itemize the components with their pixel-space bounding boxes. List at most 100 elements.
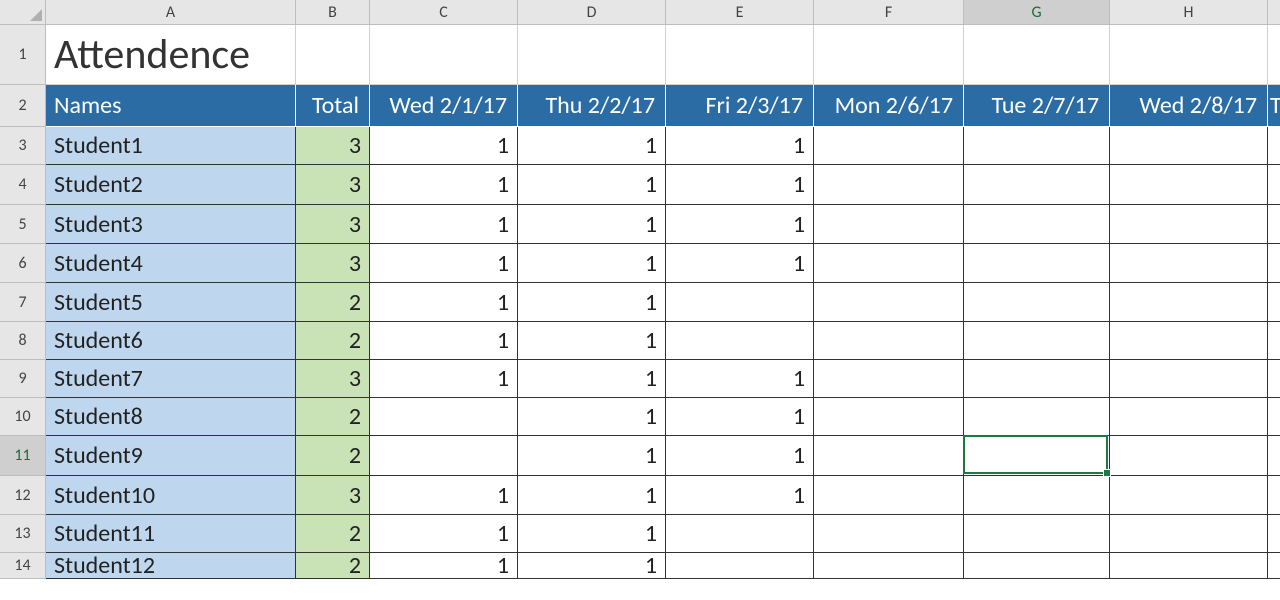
cell-data[interactable]: [666, 553, 814, 579]
cell-data[interactable]: [964, 165, 1110, 205]
cell-data-partial[interactable]: [1268, 283, 1280, 322]
cell-data[interactable]: 1: [666, 476, 814, 515]
cell-data[interactable]: 1: [518, 553, 666, 579]
column-header-G[interactable]: G: [964, 0, 1110, 25]
cell-blank[interactable]: [518, 25, 666, 85]
cell-data[interactable]: [666, 283, 814, 322]
cell-total[interactable]: 2: [296, 553, 370, 579]
header-date-3[interactable]: Mon 2/6/17: [814, 85, 964, 127]
cell-blank[interactable]: [1268, 25, 1280, 85]
cell-data[interactable]: [964, 398, 1110, 436]
cell-data[interactable]: [814, 476, 964, 515]
cell-blank[interactable]: [296, 25, 370, 85]
cell-data[interactable]: 1: [518, 436, 666, 476]
cell-blank[interactable]: [666, 25, 814, 85]
cell-data[interactable]: 1: [666, 360, 814, 398]
cell-total[interactable]: 2: [296, 436, 370, 476]
cell-data-partial[interactable]: [1268, 515, 1280, 553]
column-header-E[interactable]: E: [666, 0, 814, 25]
row-header-14[interactable]: 14: [0, 553, 46, 579]
row-header-1[interactable]: 1: [0, 25, 46, 85]
header-date-0[interactable]: Wed 2/1/17: [370, 85, 518, 127]
header-names[interactable]: Names: [46, 85, 296, 127]
header-date-4[interactable]: Tue 2/7/17: [964, 85, 1110, 127]
cell-data[interactable]: 1: [666, 165, 814, 205]
cell-data[interactable]: 1: [518, 127, 666, 165]
row-header-6[interactable]: 6: [0, 244, 46, 283]
cell-data[interactable]: 1: [666, 398, 814, 436]
cell-data[interactable]: [964, 127, 1110, 165]
cell-blank[interactable]: [964, 25, 1110, 85]
cell-data[interactable]: [814, 322, 964, 360]
cell-total[interactable]: 3: [296, 127, 370, 165]
cell-data[interactable]: [964, 322, 1110, 360]
cell-data[interactable]: [964, 515, 1110, 553]
cell-name[interactable]: Student4: [46, 244, 296, 283]
cell-data[interactable]: 1: [518, 244, 666, 283]
cell-data[interactable]: 1: [370, 244, 518, 283]
cell-name[interactable]: Student2: [46, 165, 296, 205]
cell-data-partial[interactable]: [1268, 398, 1280, 436]
cell-data[interactable]: [1110, 436, 1268, 476]
column-header-C[interactable]: C: [370, 0, 518, 25]
column-header-A[interactable]: A: [46, 0, 296, 25]
cell-data[interactable]: 1: [666, 127, 814, 165]
row-header-7[interactable]: 7: [0, 283, 46, 322]
cell-data[interactable]: [964, 436, 1110, 476]
cell-data[interactable]: [814, 127, 964, 165]
cell-name[interactable]: Student12: [46, 553, 296, 579]
column-header-D[interactable]: D: [518, 0, 666, 25]
cell-data[interactable]: [814, 436, 964, 476]
select-all-corner[interactable]: [0, 0, 46, 25]
cell-data[interactable]: [964, 205, 1110, 244]
header-date-5[interactable]: Wed 2/8/17: [1110, 85, 1268, 127]
cell-data[interactable]: [1110, 205, 1268, 244]
cell-data[interactable]: 1: [518, 398, 666, 436]
cell-total[interactable]: 2: [296, 515, 370, 553]
cell-data-partial[interactable]: [1268, 244, 1280, 283]
cell-name[interactable]: Student6: [46, 322, 296, 360]
cell-blank[interactable]: [370, 25, 518, 85]
cell-data[interactable]: [814, 165, 964, 205]
cell-data[interactable]: 1: [518, 360, 666, 398]
header-date-1[interactable]: Thu 2/2/17: [518, 85, 666, 127]
cell-total[interactable]: 3: [296, 360, 370, 398]
cell-data[interactable]: [814, 515, 964, 553]
cell-data[interactable]: 1: [370, 127, 518, 165]
cell-data[interactable]: [964, 553, 1110, 579]
cell-name[interactable]: Student8: [46, 398, 296, 436]
cell-data[interactable]: 1: [370, 205, 518, 244]
cell-name[interactable]: Student10: [46, 476, 296, 515]
cell-total[interactable]: 2: [296, 283, 370, 322]
cell-data[interactable]: 1: [370, 515, 518, 553]
cell-data-partial[interactable]: [1268, 322, 1280, 360]
cell-data-partial[interactable]: [1268, 165, 1280, 205]
cell-data[interactable]: [814, 205, 964, 244]
row-header-4[interactable]: 4: [0, 165, 46, 205]
cell-data-partial[interactable]: [1268, 553, 1280, 579]
row-header-11[interactable]: 11: [0, 436, 46, 476]
cell-data-partial[interactable]: [1268, 360, 1280, 398]
cell-data[interactable]: [1110, 244, 1268, 283]
cell-data[interactable]: [1110, 515, 1268, 553]
cell-data[interactable]: 1: [518, 476, 666, 515]
cell-total[interactable]: 3: [296, 476, 370, 515]
cell-data[interactable]: [1110, 553, 1268, 579]
cell-data-partial[interactable]: [1268, 436, 1280, 476]
cell-data[interactable]: 1: [370, 165, 518, 205]
cell-data[interactable]: 1: [666, 205, 814, 244]
cell-data[interactable]: [964, 360, 1110, 398]
cell-name[interactable]: Student7: [46, 360, 296, 398]
cell-data[interactable]: 1: [518, 165, 666, 205]
cell-data-partial[interactable]: [1268, 127, 1280, 165]
cell-data[interactable]: [814, 244, 964, 283]
column-header-B[interactable]: B: [296, 0, 370, 25]
cell-total[interactable]: 2: [296, 322, 370, 360]
column-header-F[interactable]: F: [814, 0, 964, 25]
title-cell[interactable]: Attendence: [46, 25, 296, 85]
cell-name[interactable]: Student9: [46, 436, 296, 476]
cell-data[interactable]: [1110, 322, 1268, 360]
row-header-12[interactable]: 12: [0, 476, 46, 515]
cell-data[interactable]: 1: [370, 476, 518, 515]
cell-data[interactable]: [1110, 398, 1268, 436]
